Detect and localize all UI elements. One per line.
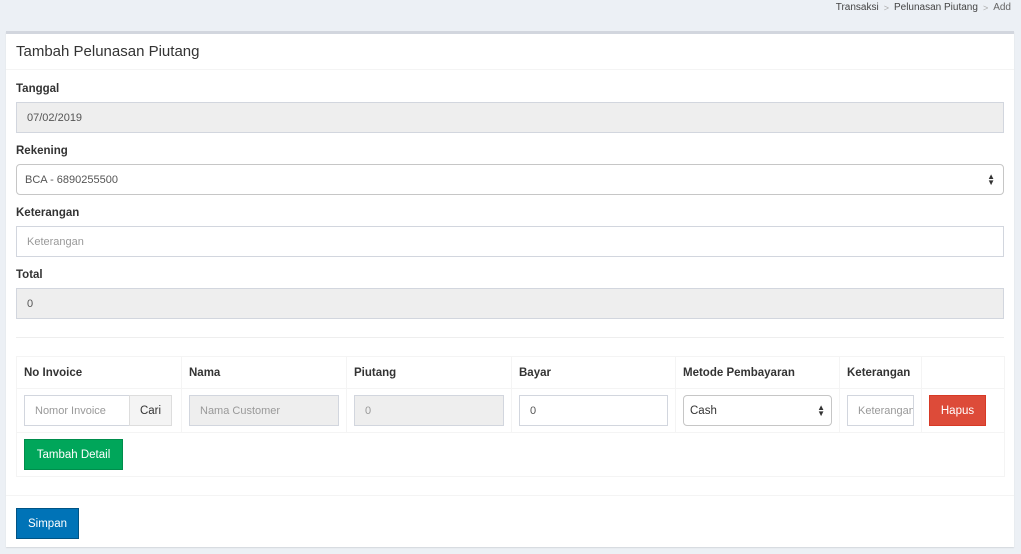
tanggal-group: Tanggal 07/02/2019 bbox=[16, 83, 1004, 133]
breadcrumb-separator: > bbox=[982, 2, 989, 13]
keterangan-placeholder: Keterangan bbox=[27, 235, 84, 248]
header-metode-pembayaran: Metode Pembayaran bbox=[675, 356, 840, 389]
header-bayar: Bayar bbox=[511, 356, 676, 389]
piutang-input[interactable]: 0 bbox=[354, 395, 504, 426]
cell-tambah: Tambah Detail bbox=[16, 432, 1005, 477]
invoice-input-group: Nomor Invoice Cari bbox=[24, 395, 174, 426]
tanggal-value: 07/02/2019 bbox=[27, 111, 83, 124]
header-action bbox=[921, 356, 1005, 389]
table-header-row: No Invoice Nama Piutang Bayar Metode Pem… bbox=[16, 356, 1005, 389]
header-nama: Nama bbox=[181, 356, 347, 389]
bayar-input[interactable]: 0 bbox=[519, 395, 668, 426]
bayar-value: 0 bbox=[530, 404, 537, 417]
select-arrows-icon: ▲ ▼ bbox=[817, 402, 825, 418]
metode-value: Cash bbox=[690, 404, 717, 417]
invoice-input[interactable]: Nomor Invoice bbox=[24, 395, 129, 426]
box-header: Tambah Pelunasan Piutang bbox=[6, 34, 1014, 70]
total-value: 0 bbox=[27, 297, 34, 310]
rekening-value: BCA - 6890255500 bbox=[25, 173, 118, 186]
hapus-button[interactable]: Hapus bbox=[929, 395, 986, 426]
total-field[interactable]: 0 bbox=[16, 288, 1004, 319]
cell-nama: Nama Customer bbox=[181, 388, 347, 433]
nama-placeholder: Nama Customer bbox=[200, 404, 281, 417]
table-footer-row: Tambah Detail bbox=[16, 432, 1005, 477]
keterangan-input[interactable]: Keterangan bbox=[16, 226, 1004, 257]
tanggal-field[interactable]: 07/02/2019 bbox=[16, 102, 1004, 133]
header-keterangan: Keterangan bbox=[839, 356, 922, 389]
breadcrumb-item-add: Add bbox=[993, 2, 1011, 13]
cell-piutang: 0 bbox=[346, 388, 512, 433]
invoice-placeholder: Nomor Invoice bbox=[35, 404, 106, 417]
total-label: Total bbox=[16, 269, 43, 281]
page-title: Tambah Pelunasan Piutang bbox=[16, 43, 200, 60]
nama-input[interactable]: Nama Customer bbox=[189, 395, 339, 426]
cell-keterangan: Keterangan bbox=[839, 388, 922, 433]
cari-button[interactable]: Cari bbox=[129, 395, 172, 426]
breadcrumb-item-pelunasan-piutang[interactable]: Pelunasan Piutang bbox=[894, 2, 978, 13]
keterangan-group: Keterangan Keterangan bbox=[16, 207, 1004, 257]
breadcrumb-item-transaksi[interactable]: Transaksi bbox=[836, 2, 879, 13]
rekening-label: Rekening bbox=[16, 145, 68, 157]
detail-keterangan-input[interactable]: Keterangan bbox=[847, 395, 914, 426]
keterangan-label: Keterangan bbox=[16, 207, 80, 219]
metode-pembayaran-select[interactable]: Cash ▲ ▼ bbox=[683, 395, 832, 426]
table-row: Nomor Invoice Cari Nama Customer 0 0 Cas… bbox=[16, 388, 1005, 433]
box-body: Tanggal 07/02/2019 Rekening BCA - 689025… bbox=[6, 83, 1014, 477]
header-no-invoice: No Invoice bbox=[16, 356, 182, 389]
breadcrumb-separator: > bbox=[883, 2, 889, 13]
cell-invoice: Nomor Invoice Cari bbox=[16, 388, 182, 433]
tambah-detail-button[interactable]: Tambah Detail bbox=[24, 439, 123, 470]
divider bbox=[16, 337, 1004, 338]
form-box: Tambah Pelunasan Piutang Tanggal 07/02/2… bbox=[6, 31, 1014, 547]
breadcrumb: Transaksi > Pelunasan Piutang > Add bbox=[836, 2, 1011, 13]
total-group: Total 0 bbox=[16, 269, 1004, 319]
cell-action: Hapus bbox=[921, 388, 1005, 433]
rekening-group: Rekening BCA - 6890255500 ▲ ▼ bbox=[16, 145, 1004, 195]
header-piutang: Piutang bbox=[346, 356, 512, 389]
box-footer: Simpan bbox=[6, 495, 1014, 547]
detail-keterangan-placeholder: Keterangan bbox=[858, 404, 914, 417]
select-arrows-icon: ▲ ▼ bbox=[987, 171, 995, 187]
simpan-button[interactable]: Simpan bbox=[16, 508, 79, 539]
rekening-select[interactable]: BCA - 6890255500 ▲ ▼ bbox=[16, 164, 1004, 195]
cell-bayar: 0 bbox=[511, 388, 676, 433]
tanggal-label: Tanggal bbox=[16, 83, 60, 95]
cell-metode: Cash ▲ ▼ bbox=[675, 388, 840, 433]
piutang-value: 0 bbox=[365, 404, 372, 417]
detail-table: No Invoice Nama Piutang Bayar Metode Pem… bbox=[16, 356, 1005, 477]
